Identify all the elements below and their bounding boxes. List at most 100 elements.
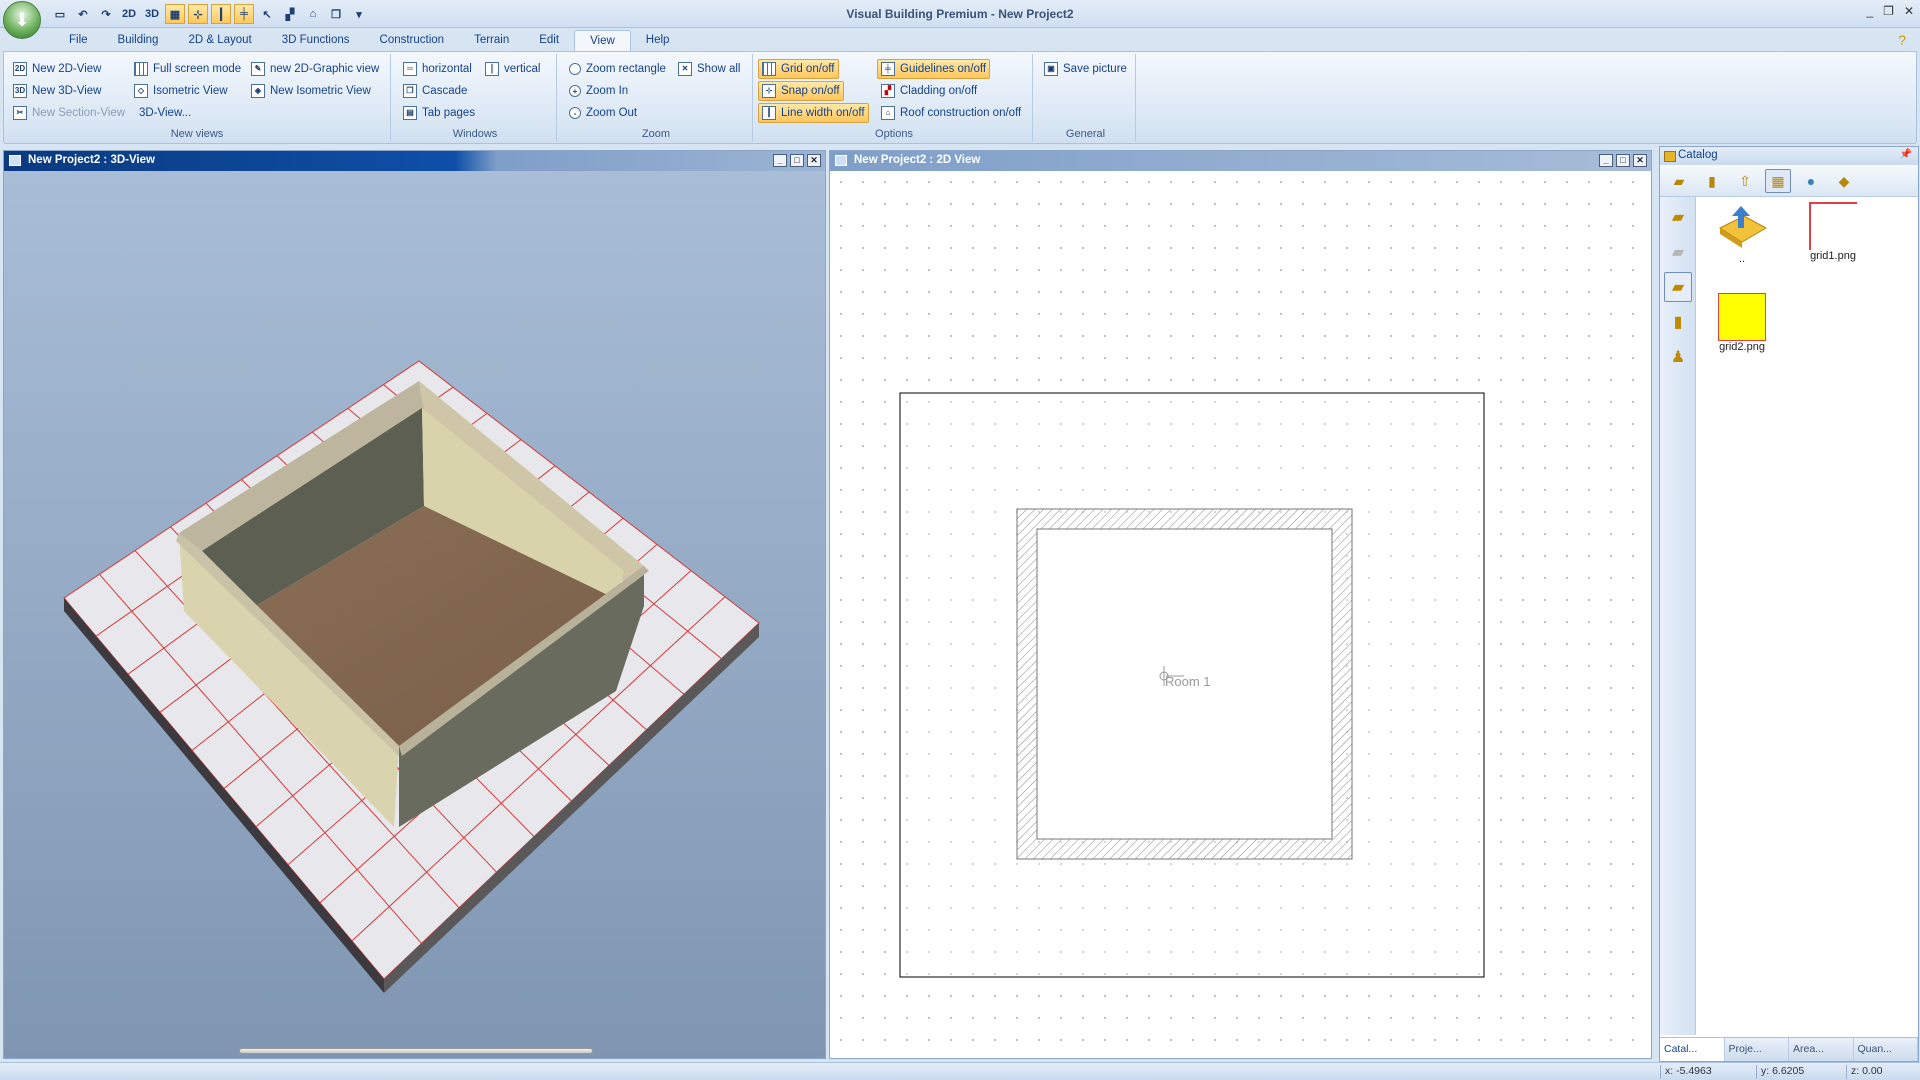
window-2d-title-bar: New Project2 : 2D View _ □ ✕ [830,151,1651,171]
minimize-button[interactable]: _ [1866,4,1873,18]
cladding-icon: ▞ [881,84,895,98]
tab-building[interactable]: Building [103,30,174,52]
catalog-textures-icon[interactable]: ▦ [1765,169,1791,193]
new-2d-view-button[interactable]: 2D New 2D-View [9,59,105,79]
3d-scene [63,360,760,993]
catalog-item-grid2[interactable]: grid2.png [1707,293,1777,353]
restore-button[interactable]: ❐ [1883,4,1894,18]
pin-icon[interactable]: 📌 [1900,149,1912,160]
window-2d-controls: _ □ ✕ [1599,154,1647,167]
window-2d-maximize-button[interactable]: □ [1616,154,1630,167]
2d-viewport[interactable]: Room 1 [830,171,1651,1058]
catalog-side-materials-icon[interactable]: ▰ [1664,237,1692,267]
guidelines-toggle-button[interactable]: ╪ Guidelines on/off [877,59,991,79]
window-3d-close-button[interactable]: ✕ [807,154,821,167]
status-bar: x: -5.4963 y: 6.6205 z: 0.00 [0,1062,1920,1080]
app-title: Visual Building Premium - New Project2 [846,7,1074,21]
full-screen-mode-button[interactable]: Full screen mode [130,59,245,79]
2d-plan [899,392,1485,978]
3d-view-dialog-button[interactable]: 3D-View... [135,103,195,123]
catalog-side-folder-icon[interactable]: ▰ [1664,272,1692,302]
new-3d-view-button[interactable]: 3D New 3D-View [9,81,105,101]
cascade-button[interactable]: ❐ Cascade [399,81,471,101]
tab-area[interactable]: Area... [1789,1038,1854,1061]
vertical-icon: ║ [485,62,499,76]
3d-viewport[interactable] [4,171,825,1058]
tile-horizontal-button[interactable]: ═ horizontal [399,59,476,79]
catalog-folder-icon[interactable]: ▰ [1666,169,1692,193]
show-all-button[interactable]: ✕ Show all [674,59,744,79]
window-3d-view: New Project2 : 3D-View _ □ ✕ [3,150,826,1059]
catalog-doors-icon[interactable]: ▮ [1699,169,1725,193]
tab-project[interactable]: Proje... [1725,1038,1789,1061]
tab-help[interactable]: Help [631,30,685,52]
tab-catalog[interactable]: Catal... [1660,1038,1725,1061]
application-menu-button[interactable]: ⬇ [3,1,41,39]
horizontal-icon: ═ [403,62,417,76]
graphic-view-icon: ✎ [251,62,265,76]
window-3d-minimize-button[interactable]: _ [773,154,787,167]
zoom-in-button[interactable]: + Zoom In [565,81,632,101]
tab-pages-button[interactable]: ▤ Tab pages [399,103,479,123]
help-icon[interactable]: ? [1898,32,1906,48]
line-width-toggle-button[interactable]: ┃ Line width on/off [758,103,869,123]
group-caption-options: Options [875,128,913,140]
window-2d-title: New Project2 : 2D View [854,154,981,166]
zoom-rectangle-icon [569,63,581,75]
catalog-item-grid1[interactable]: grid1.png [1798,202,1868,262]
status-x: x: -5.4963 [1660,1065,1756,1079]
grid-toggle-button[interactable]: Grid on/off [758,59,839,79]
new-isometric-view-button[interactable]: ◈ New Isometric View [247,81,375,101]
group-general: ▣ Save picture General [1036,54,1136,142]
tab-quantities[interactable]: Quan... [1854,1038,1918,1061]
catalog-globe-icon[interactable]: ● [1798,169,1824,193]
snap-toggle-button[interactable]: ⊹ Snap on/off [758,81,844,101]
section-view-icon: ✂ [13,106,27,120]
isometric-view-button[interactable]: ◇ Isometric View [130,81,232,101]
catalog-side-textures-icon[interactable]: ▰ [1664,202,1692,232]
window-2d-minimize-button[interactable]: _ [1599,154,1613,167]
grid2-thumbnail [1718,293,1766,341]
cladding-toggle-button[interactable]: ▞ Cladding on/off [877,81,981,101]
grid-icon [762,62,776,76]
grid1-thumbnail [1809,202,1857,250]
window-3d-title: New Project2 : 3D-View [28,154,155,166]
new-2d-graphic-view-button[interactable]: ✎ new 2D-Graphic view [247,59,383,79]
ribbon-tabs: File Building 2D & Layout 3D Functions C… [0,30,1920,52]
view-3d-icon: 3D [13,84,27,98]
tab-view[interactable]: View [574,30,631,52]
line-width-icon: ┃ [762,106,776,120]
tab-3d-functions[interactable]: 3D Functions [267,30,365,52]
tab-2d-layout[interactable]: 2D & Layout [173,30,266,52]
tab-edit[interactable]: Edit [524,30,574,52]
window-controls: _ ❐ ✕ [1866,4,1914,18]
zoom-out-button[interactable]: - Zoom Out [565,103,641,123]
isometric-icon: ◇ [134,84,148,98]
status-z: z: 0.00 [1846,1065,1918,1079]
zoom-rectangle-button[interactable]: Zoom rectangle [565,59,670,79]
zoom-in-icon: + [569,85,581,97]
group-caption-general: General [1065,128,1106,140]
window-2d-close-button[interactable]: ✕ [1633,154,1647,167]
new-section-view-button[interactable]: ✂ New Section-View [9,103,129,123]
group-zoom: Zoom rectangle ✕ Show all + Zoom In - Zoom … [560,54,753,142]
roof-construction-toggle-button[interactable]: ⌂ Roof construction on/off [877,103,1025,123]
catalog-side-book-icon[interactable]: ▮ [1664,307,1692,337]
room-label: Room 1 [1165,674,1211,689]
tab-file[interactable]: File [54,30,103,52]
tab-pages-icon: ▤ [403,106,417,120]
catalog-item-parent[interactable]: .. [1707,202,1777,265]
window-3d-maximize-button[interactable]: □ [790,154,804,167]
tab-construction[interactable]: Construction [365,30,460,52]
catalog-objects-icon[interactable]: ◆ [1831,169,1857,193]
close-button[interactable]: ✕ [1904,4,1914,18]
title-bar: ▭ ↶ ↷ 2D 3D ▦ ⊹ ┃ ╪ ↖ ▞ ⌂ ❐ ▾ Visual Bui… [0,0,1920,28]
3d-horizontal-scrollbar[interactable] [239,1048,593,1054]
tile-vertical-button[interactable]: ║ vertical [481,59,544,79]
catalog-up-icon[interactable]: ⇧ [1732,169,1758,193]
catalog-sidebar: ▰ ▰ ▰ ▮ ♟ [1660,197,1696,1035]
catalog-side-person-icon[interactable]: ♟ [1664,342,1692,372]
new-isometric-icon: ◈ [251,84,265,98]
tab-terrain[interactable]: Terrain [459,30,524,52]
save-picture-button[interactable]: ▣ Save picture [1040,59,1131,79]
